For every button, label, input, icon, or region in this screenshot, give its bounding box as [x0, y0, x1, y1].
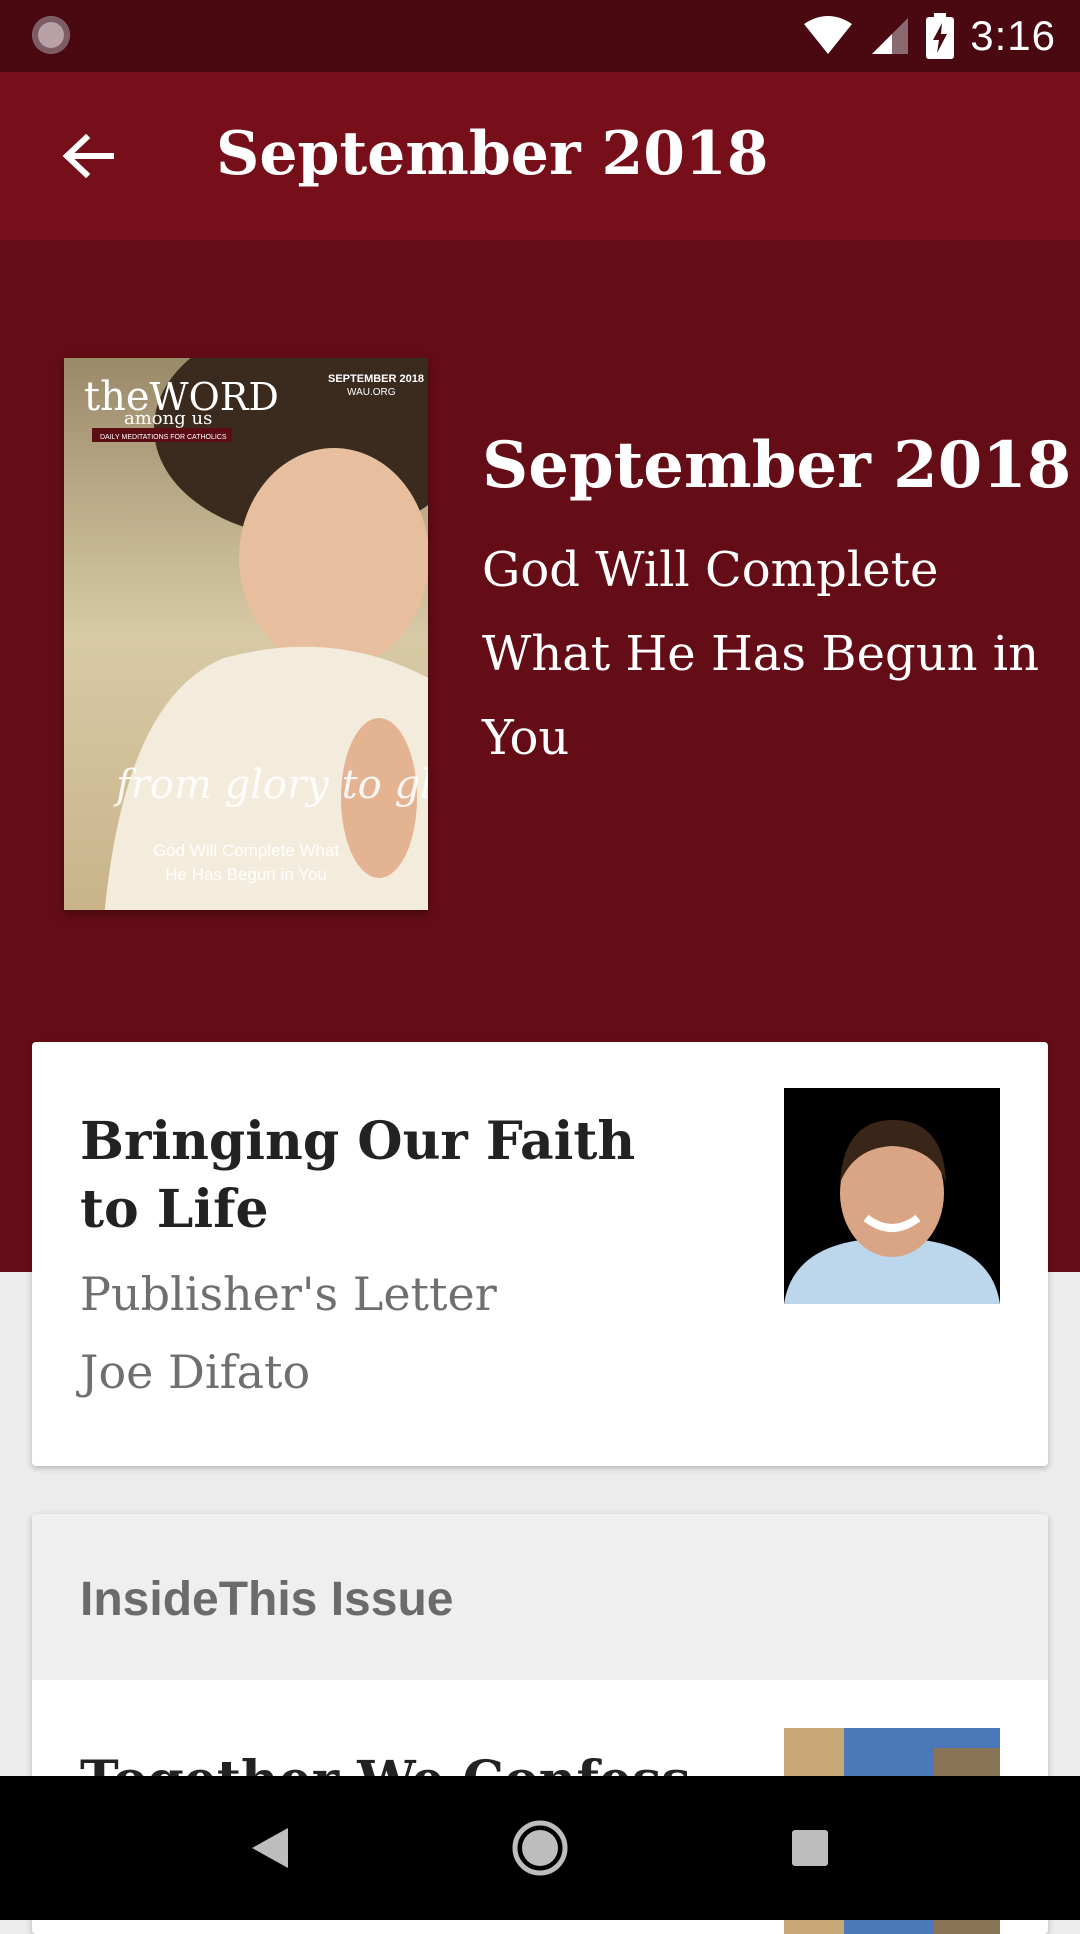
svg-text:WAU.ORG: WAU.ORG: [347, 387, 396, 398]
triangle-back-icon: [252, 1828, 288, 1868]
circle-home-icon: [512, 1820, 568, 1876]
svg-text:SEPTEMBER 2018: SEPTEMBER 2018: [328, 373, 424, 385]
article-category: Publisher's Letter: [80, 1267, 497, 1321]
nav-home-button[interactable]: [500, 1808, 580, 1888]
inside-issue-header: InsideThis Issue: [32, 1514, 1048, 1680]
svg-text:DAILY MEDITATIONS FOR CATHOLIC: DAILY MEDITATIONS FOR CATHOLICS: [100, 434, 227, 441]
issue-subtitle: God Will Complete What He Has Begun in Y…: [482, 542, 1040, 766]
toolbar-title: September 2018: [216, 119, 769, 189]
svg-text:from glory to glory: from glory to glory: [113, 762, 428, 808]
arrow-back-icon: [62, 134, 114, 178]
svg-text:God Will Complete What: God Will Complete What: [153, 841, 339, 860]
sync-notification-icon: [32, 16, 70, 54]
wifi-icon: [804, 16, 853, 54]
issue-cover-image[interactable]: theWORD among us DAILY MEDITATIONS FOR C…: [64, 318, 500, 918]
article-title: Bringing Our Faith to Life: [80, 1111, 636, 1240]
svg-text:among us: among us: [124, 408, 212, 429]
article-author: Joe Difato: [80, 1345, 311, 1399]
app-toolbar: September 2018: [0, 72, 1080, 240]
svg-text:He Has Begun in You: He Has Begun in You: [165, 865, 327, 884]
section-header-label: InsideThis Issue: [80, 1573, 454, 1626]
status-bar: 3:16: [0, 0, 1080, 72]
issue-title: September 2018: [482, 428, 1072, 503]
back-button[interactable]: [40, 108, 136, 204]
cell-signal-icon: [872, 18, 909, 54]
nav-recents-button[interactable]: [770, 1808, 850, 1888]
square-recents-icon: [792, 1830, 828, 1866]
featured-article-card[interactable]: Bringing Our Faith to Life Publisher's L…: [32, 1042, 1048, 1466]
battery-charging-icon: [926, 13, 955, 59]
system-navigation-bar: [0, 1776, 1080, 1920]
clock: 3:16: [970, 12, 1056, 59]
author-photo: [784, 1088, 1000, 1304]
status-icons: 3:16: [802, 8, 1056, 64]
nav-back-button[interactable]: [230, 1808, 310, 1888]
